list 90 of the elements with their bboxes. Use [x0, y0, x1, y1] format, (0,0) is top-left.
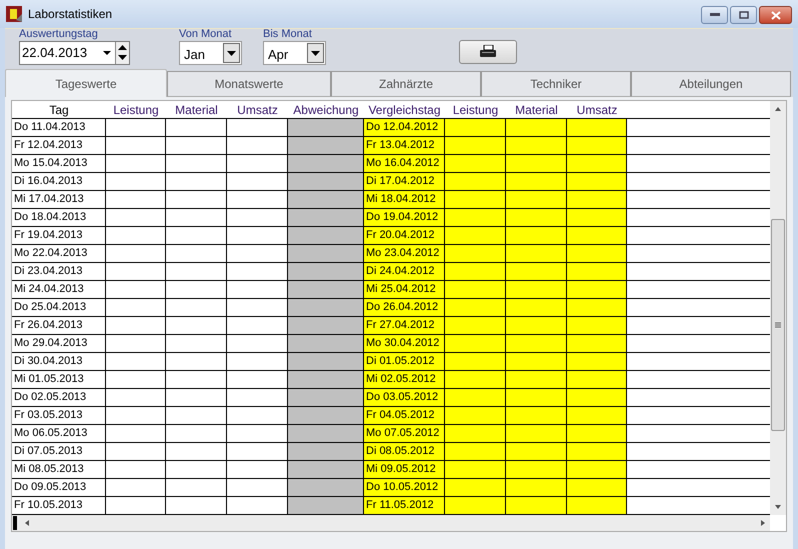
table-cell: Di 08.05.2012 — [364, 443, 445, 460]
table-cell: Mo 15.04.2013 — [12, 155, 106, 172]
printer-icon — [479, 45, 497, 59]
tab[interactable]: Zahnärzte — [331, 71, 481, 97]
table-cell: Di 01.05.2012 — [364, 353, 445, 370]
table-cell: Mo 30.04.2012 — [364, 335, 445, 352]
table-cell: Fr 12.04.2013 — [12, 137, 106, 154]
dropdown-icon — [102, 50, 112, 56]
column-header[interactable]: Umsatz — [567, 101, 627, 118]
table-cell: Mi 24.04.2013 — [12, 281, 106, 298]
date-label: Auswertungstag — [19, 28, 99, 40]
table-cell: Fr 04.05.2012 — [364, 407, 445, 424]
scroll-left-icon — [23, 519, 31, 527]
table-cell: Do 03.05.2012 — [364, 389, 445, 406]
close-button[interactable] — [759, 6, 792, 24]
scroll-right-icon — [759, 519, 767, 527]
scroll-down-icon — [774, 505, 782, 509]
table-cell: Fr 26.04.2013 — [12, 317, 106, 334]
to-month-value: Apr — [268, 46, 290, 62]
table-cell: Mi 01.05.2013 — [12, 371, 106, 388]
table-cell: Fr 13.04.2012 — [364, 137, 445, 154]
grip-icon — [775, 322, 781, 328]
table-cell: Do 11.04.2013 — [12, 119, 106, 136]
app-icon — [6, 6, 22, 22]
from-month-value: Jan — [184, 46, 206, 62]
print-button[interactable] — [459, 40, 517, 64]
minimize-icon — [710, 13, 720, 17]
maximize-icon — [738, 11, 748, 19]
table-cell: Do 02.05.2013 — [12, 389, 106, 406]
table-cell: Mi 08.05.2013 — [12, 461, 106, 478]
to-month-label: Bis Monat — [263, 28, 313, 40]
column-header[interactable]: Material — [506, 101, 567, 118]
date-value: 22.04.2013 — [22, 44, 88, 62]
table-cell: Fr 11.05.2012 — [364, 497, 445, 514]
table-cell: Do 19.04.2012 — [364, 209, 445, 226]
table-cell: Mo 07.05.2012 — [364, 425, 445, 442]
table-cell: Di 16.04.2013 — [12, 173, 106, 190]
table-cell: Do 26.04.2012 — [364, 299, 445, 316]
table-cell: Do 10.05.2012 — [364, 479, 445, 496]
table-cell: Fr 03.05.2013 — [12, 407, 106, 424]
table-cell: Di 07.05.2013 — [12, 443, 106, 460]
table-cell: Fr 19.04.2013 — [12, 227, 106, 244]
dropdown-icon — [227, 50, 236, 56]
table-cell: Mi 18.04.2012 — [364, 191, 445, 208]
table-cell: Do 12.04.2012 — [364, 119, 445, 136]
column-header[interactable]: Leistung — [445, 101, 506, 118]
table-cell: Fr 27.04.2012 — [364, 317, 445, 334]
table-cell: Do 25.04.2013 — [12, 299, 106, 316]
tab[interactable]: Tageswerte — [5, 69, 167, 97]
tab[interactable]: Monatswerte — [167, 71, 331, 97]
table-cell: Fr 20.04.2012 — [364, 227, 445, 244]
table-cell: Fr 10.05.2013 — [12, 497, 106, 514]
dropdown-icon — [311, 50, 320, 56]
table-cell: Di 30.04.2013 — [12, 353, 106, 370]
table-cell: Mi 09.05.2012 — [364, 461, 445, 478]
table-cell: Mi 25.04.2012 — [364, 281, 445, 298]
column-header[interactable]: Material — [166, 101, 227, 118]
column-header[interactable]: Vergleichstag — [364, 101, 445, 118]
table-cell: Di 17.04.2012 — [364, 173, 445, 190]
date-spinner[interactable] — [115, 42, 129, 64]
table-cell: Mo 29.04.2013 — [12, 335, 106, 352]
tab[interactable]: Abteilungen — [631, 71, 791, 97]
tab[interactable]: Techniker — [481, 71, 631, 97]
maximize-button[interactable] — [730, 6, 757, 24]
table-cell: Di 23.04.2013 — [12, 263, 106, 280]
scroll-thumb[interactable] — [771, 219, 785, 431]
to-month-dropdown[interactable]: Apr — [263, 41, 326, 65]
scroll-up-icon — [774, 107, 782, 111]
table-cell: Mo 23.04.2012 — [364, 245, 445, 262]
table-cell: Do 09.05.2013 — [12, 479, 106, 496]
column-header[interactable]: Abweichung — [288, 101, 364, 118]
from-month-label: Von Monat — [179, 28, 233, 40]
scroll-thumb[interactable] — [13, 516, 17, 530]
close-icon — [770, 10, 780, 20]
table-cell: Mi 17.04.2013 — [12, 191, 106, 208]
table-cell: Do 18.04.2013 — [12, 209, 106, 226]
table-cell: Mo 16.04.2012 — [364, 155, 445, 172]
column-header[interactable]: Umsatz — [227, 101, 288, 118]
table-cell: Mi 02.05.2012 — [364, 371, 445, 388]
minimize-button[interactable] — [701, 6, 728, 24]
table-cell: Di 24.04.2012 — [364, 263, 445, 280]
table-cell: Mo 06.05.2013 — [12, 425, 106, 442]
column-header[interactable]: Tag — [12, 101, 106, 118]
date-field[interactable]: 22.04.2013 — [19, 41, 130, 65]
column-header[interactable]: Leistung — [106, 101, 166, 118]
window-title: Laborstatistiken — [28, 6, 112, 23]
table-cell: Mo 22.04.2013 — [12, 245, 106, 262]
from-month-dropdown[interactable]: Jan — [179, 41, 242, 65]
vertical-scrollbar[interactable] — [770, 101, 786, 515]
horizontal-scrollbar[interactable] — [12, 515, 770, 531]
